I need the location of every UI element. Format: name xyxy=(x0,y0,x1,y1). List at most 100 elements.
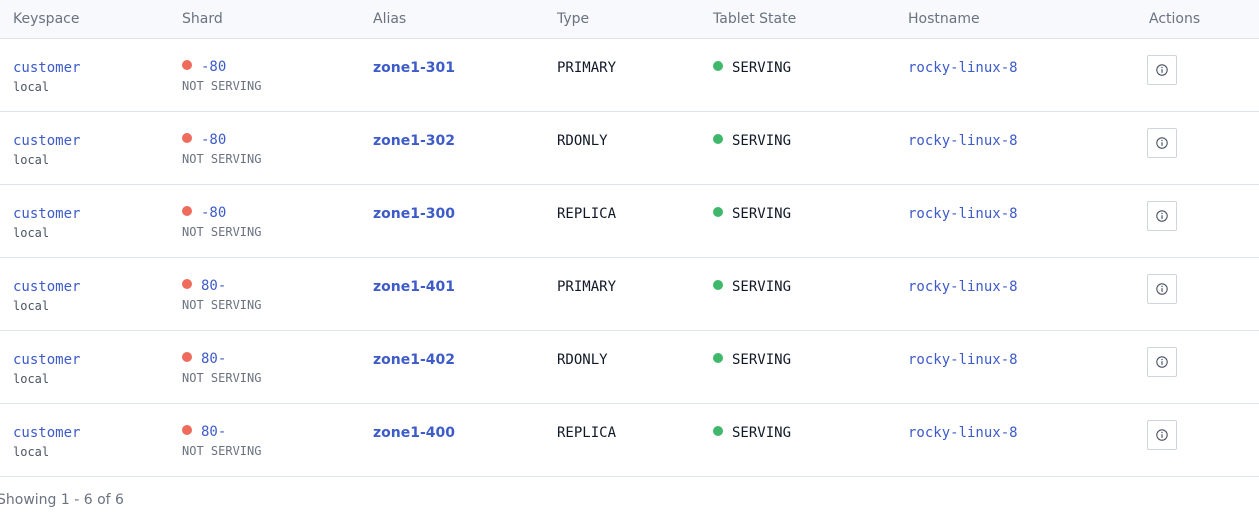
cell-actions xyxy=(1136,184,1259,258)
header-tablet-state[interactable]: Tablet State xyxy=(700,0,895,39)
alias-link[interactable]: zone1-302 xyxy=(373,133,455,150)
cell-actions xyxy=(1136,403,1259,477)
tablet-details-button[interactable] xyxy=(1147,274,1177,304)
tablet-state-label: SERVING xyxy=(732,206,792,222)
not-serving-status-dot xyxy=(182,352,192,362)
table-body: customer local -80 NOT SERVING zone1-301… xyxy=(0,38,1259,477)
header-actions: Actions xyxy=(1136,0,1259,39)
cell-keyspace: customer local xyxy=(0,403,169,477)
cell-actions xyxy=(1136,257,1259,331)
tablet-state: SERVING xyxy=(713,60,791,76)
tablet-type: RDONLY xyxy=(557,133,608,149)
not-serving-status-dot xyxy=(182,60,192,70)
not-serving-status-dot xyxy=(182,425,192,435)
shard-link[interactable]: -80 xyxy=(201,205,226,221)
cell-alias: zone1-301 xyxy=(360,38,544,112)
tablet-details-button[interactable] xyxy=(1147,55,1177,85)
header-keyspace[interactable]: Keyspace xyxy=(0,0,169,39)
keyspace-link[interactable]: customer xyxy=(13,425,80,442)
header-alias[interactable]: Alias xyxy=(360,0,544,39)
keyspace-link[interactable]: customer xyxy=(13,352,80,369)
hostname-link[interactable]: rocky-linux-8 xyxy=(908,279,1018,296)
shard-link[interactable]: -80 xyxy=(201,132,226,148)
cell-shard: 80- NOT SERVING xyxy=(169,403,360,477)
table-row: customer local -80 NOT SERVING zone1-301… xyxy=(0,38,1259,112)
serving-status-dot xyxy=(713,353,723,363)
hostname-link[interactable]: rocky-linux-8 xyxy=(908,425,1018,442)
shard-line: -80 xyxy=(182,130,360,149)
shard-link[interactable]: 80- xyxy=(201,424,226,440)
info-icon xyxy=(1156,356,1168,368)
cell-alias: zone1-302 xyxy=(360,111,544,185)
cell-alias: zone1-402 xyxy=(360,330,544,404)
shard-state: NOT SERVING xyxy=(182,371,262,385)
shard-link[interactable]: 80- xyxy=(201,351,226,367)
alias-link[interactable]: zone1-400 xyxy=(373,425,455,442)
shard-state: NOT SERVING xyxy=(182,225,262,239)
serving-status-dot xyxy=(713,134,723,144)
tablet-details-button[interactable] xyxy=(1147,347,1177,377)
cell-shard: -80 NOT SERVING xyxy=(169,38,360,112)
hostname-link[interactable]: rocky-linux-8 xyxy=(908,206,1018,223)
tablet-details-button[interactable] xyxy=(1147,420,1177,450)
info-icon xyxy=(1156,429,1168,441)
shard-line: 80- xyxy=(182,276,360,295)
shard-line: -80 xyxy=(182,203,360,222)
cell-hostname: rocky-linux-8 xyxy=(895,38,1136,112)
cell-type: PRIMARY xyxy=(544,257,700,331)
shard-line: -80 xyxy=(182,57,360,76)
hostname-link[interactable]: rocky-linux-8 xyxy=(908,60,1018,77)
cell-hostname: rocky-linux-8 xyxy=(895,111,1136,185)
tablets-table: Keyspace Shard Alias Type Tablet State H… xyxy=(0,0,1259,477)
not-serving-status-dot xyxy=(182,206,192,216)
tablet-details-button[interactable] xyxy=(1147,201,1177,231)
cell-alias: zone1-400 xyxy=(360,403,544,477)
keyspace-link[interactable]: customer xyxy=(13,279,80,296)
cell-tablet-state: SERVING xyxy=(700,403,895,477)
cell-tablet-state: SERVING xyxy=(700,330,895,404)
header-hostname[interactable]: Hostname xyxy=(895,0,1136,39)
shard-link[interactable]: 80- xyxy=(201,278,226,294)
info-icon xyxy=(1156,283,1168,295)
tablet-state-label: SERVING xyxy=(732,60,792,76)
alias-link[interactable]: zone1-402 xyxy=(373,352,455,369)
table-row: customer local 80- NOT SERVING zone1-400… xyxy=(0,403,1259,477)
info-icon xyxy=(1156,210,1168,222)
tablet-state-label: SERVING xyxy=(732,425,792,441)
tablet-type: PRIMARY xyxy=(557,60,617,76)
cell-keyspace: customer local xyxy=(0,330,169,404)
table-row: customer local -80 NOT SERVING zone1-302… xyxy=(0,111,1259,185)
cell-name: local xyxy=(13,299,50,313)
cell-shard: 80- NOT SERVING xyxy=(169,257,360,331)
alias-link[interactable]: zone1-300 xyxy=(373,206,455,223)
cell-type: PRIMARY xyxy=(544,38,700,112)
cell-type: REPLICA xyxy=(544,184,700,258)
alias-link[interactable]: zone1-401 xyxy=(373,279,455,296)
not-serving-status-dot xyxy=(182,133,192,143)
hostname-link[interactable]: rocky-linux-8 xyxy=(908,133,1018,150)
tablet-state-label: SERVING xyxy=(732,352,792,368)
tablet-state-label: SERVING xyxy=(732,279,792,295)
keyspace-link[interactable]: customer xyxy=(13,60,80,77)
hostname-link[interactable]: rocky-linux-8 xyxy=(908,352,1018,369)
cell-actions xyxy=(1136,330,1259,404)
alias-link[interactable]: zone1-301 xyxy=(373,60,455,77)
shard-link[interactable]: -80 xyxy=(201,59,226,75)
cell-name: local xyxy=(13,153,50,167)
shard-state: NOT SERVING xyxy=(182,152,262,166)
keyspace-link[interactable]: customer xyxy=(13,133,80,150)
tablet-state: SERVING xyxy=(713,425,791,441)
cell-tablet-state: SERVING xyxy=(700,111,895,185)
tablet-details-button[interactable] xyxy=(1147,128,1177,158)
tablet-type: REPLICA xyxy=(557,206,617,222)
header-type[interactable]: Type xyxy=(544,0,700,39)
cell-shard: -80 NOT SERVING xyxy=(169,111,360,185)
shard-state: NOT SERVING xyxy=(182,79,262,93)
keyspace-link[interactable]: customer xyxy=(13,206,80,223)
cell-hostname: rocky-linux-8 xyxy=(895,403,1136,477)
cell-hostname: rocky-linux-8 xyxy=(895,257,1136,331)
header-shard[interactable]: Shard xyxy=(169,0,360,39)
table-row: customer local 80- NOT SERVING zone1-402… xyxy=(0,330,1259,404)
cell-type: REPLICA xyxy=(544,403,700,477)
shard-line: 80- xyxy=(182,422,360,441)
